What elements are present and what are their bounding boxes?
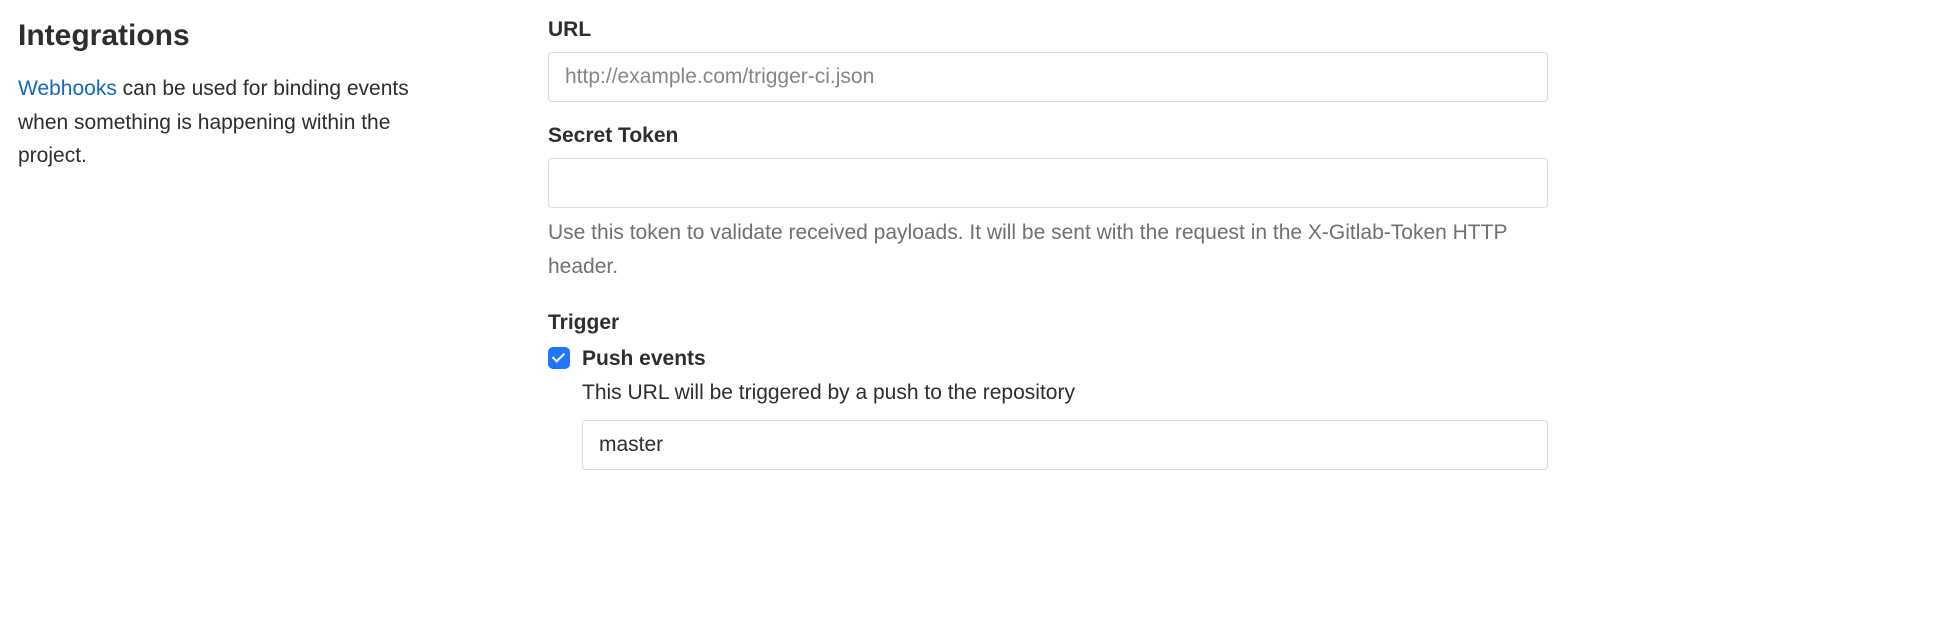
url-label: URL (548, 18, 1548, 42)
left-column: Integrations Webhooks can be used for bi… (18, 18, 448, 470)
push-events-branch-input[interactable] (582, 420, 1548, 470)
push-events-content: Push events This URL will be triggered b… (582, 345, 1548, 470)
push-events-description: This URL will be triggered by a push to … (582, 376, 1548, 410)
push-events-checkbox[interactable] (548, 347, 570, 369)
url-input[interactable] (548, 52, 1548, 102)
secret-token-group: Secret Token Use this token to validate … (548, 124, 1548, 283)
integrations-settings: Integrations Webhooks can be used for bi… (18, 18, 1928, 470)
checkbox-wrap (548, 345, 570, 374)
push-events-row: Push events This URL will be triggered b… (548, 345, 1548, 470)
right-column: URL Secret Token Use this token to valid… (548, 18, 1548, 470)
secret-token-help: Use this token to validate received payl… (548, 216, 1548, 283)
secret-token-label: Secret Token (548, 124, 1548, 148)
push-events-title: Push events (582, 345, 1548, 372)
trigger-section: Trigger Push events This URL will be tri… (548, 311, 1548, 470)
trigger-label: Trigger (548, 311, 1548, 335)
webhooks-link[interactable]: Webhooks (18, 77, 117, 100)
url-group: URL (548, 18, 1548, 102)
integrations-description: Webhooks can be used for binding events … (18, 72, 448, 173)
secret-token-input[interactable] (548, 158, 1548, 208)
page-title: Integrations (18, 18, 448, 54)
